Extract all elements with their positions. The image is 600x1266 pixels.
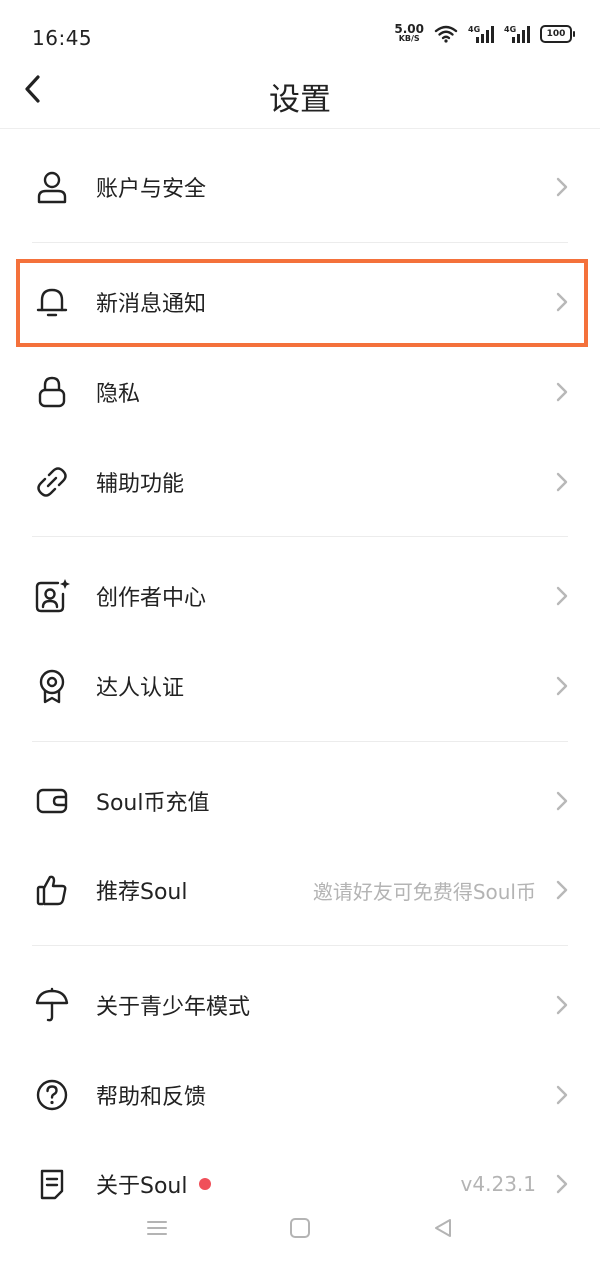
menu-item-new-message-notification[interactable]: 新消息通知 [0, 258, 600, 346]
system-nav-bar [0, 1200, 600, 1266]
document-icon [34, 1166, 70, 1202]
menu-item-label: 关于Soul [96, 1168, 212, 1200]
menu-item-creator-center[interactable]: 创作者中心 [0, 552, 600, 640]
menu-item-subtext: 邀请好友可免费得Soul币 [312, 879, 536, 904]
status-time: 16:45 [32, 26, 93, 50]
divider [32, 536, 568, 537]
menu-icon [145, 1218, 169, 1242]
square-icon [289, 1217, 311, 1243]
menu-item-label: 创作者中心 [96, 586, 207, 611]
chevron-right-icon [552, 993, 572, 1017]
menu-item-label: 辅助功能 [96, 472, 185, 497]
home-button[interactable] [284, 1216, 316, 1244]
creator-icon [34, 578, 70, 614]
menu-item-recommend-soul[interactable]: 推荐Soul 邀请好友可免费得Soul币 [0, 846, 600, 934]
version-text: v4.23.1 [460, 1172, 536, 1196]
menu-item-label: 关于青少年模式 [96, 995, 251, 1020]
menu-item-privacy[interactable]: 隐私 [0, 348, 600, 436]
chevron-right-icon [552, 175, 572, 199]
help-icon [34, 1077, 70, 1113]
chevron-right-icon [552, 674, 572, 698]
umbrella-icon [34, 987, 70, 1023]
network-type-1: 4G [468, 25, 480, 34]
menu-item-label: 帮助和反馈 [96, 1085, 207, 1110]
chevron-right-icon [552, 470, 572, 494]
wallet-icon [34, 783, 70, 819]
network-speed-unit: KB/S [398, 34, 420, 43]
chevron-right-icon [552, 290, 572, 314]
menu-item-help-feedback[interactable]: 帮助和反馈 [0, 1051, 600, 1139]
chevron-right-icon [552, 584, 572, 608]
menu-item-label: 达人认证 [96, 676, 185, 701]
divider [32, 242, 568, 243]
network-type-2: 4G [504, 25, 516, 34]
menu-item-label: Soul币充值 [96, 791, 210, 816]
network-speed: 5.00 KB/S [394, 22, 424, 44]
status-indicators: 5.00 KB/S 4G 4G 100 [394, 22, 575, 44]
page-title: 设置 [269, 82, 331, 118]
menu-item-label: 账户与安全 [96, 177, 207, 202]
menu-item-expert-verification[interactable]: 达人认证 [0, 642, 600, 730]
menu-item-label: 新消息通知 [96, 292, 207, 317]
thumbs-up-icon [34, 872, 70, 908]
menu-item-label: 推荐Soul [96, 880, 188, 905]
header: 设置 [0, 58, 600, 129]
triangle-back-icon [432, 1217, 454, 1243]
menu-item-soul-coin-recharge[interactable]: Soul币充值 [0, 757, 600, 845]
badge-icon [34, 668, 70, 704]
chevron-right-icon [552, 1172, 572, 1196]
link-icon [34, 464, 70, 500]
cellular-signal-icon: 4G [468, 24, 494, 44]
lock-icon [34, 374, 70, 410]
chevron-right-icon [552, 878, 572, 902]
bell-icon [34, 284, 70, 320]
divider [32, 741, 568, 742]
chevron-right-icon [552, 380, 572, 404]
network-speed-value: 5.00 [394, 22, 424, 36]
divider [32, 945, 568, 946]
chevron-right-icon [552, 789, 572, 813]
menu-item-account-security[interactable]: 账户与安全 [0, 143, 600, 231]
wifi-icon [434, 25, 458, 43]
menu-item-accessibility[interactable]: 辅助功能 [0, 438, 600, 526]
system-back-button[interactable] [427, 1216, 459, 1244]
recent-apps-button[interactable] [141, 1216, 173, 1244]
menu-item-label-text: 关于Soul [96, 1174, 188, 1199]
notification-dot [199, 1178, 212, 1190]
chevron-right-icon [552, 1083, 572, 1107]
cellular-signal-icon: 4G [504, 24, 530, 44]
menu-item-label: 隐私 [96, 382, 141, 407]
menu-item-teen-mode[interactable]: 关于青少年模式 [0, 961, 600, 1049]
battery-icon: 100 [540, 25, 575, 43]
user-icon [34, 169, 70, 205]
